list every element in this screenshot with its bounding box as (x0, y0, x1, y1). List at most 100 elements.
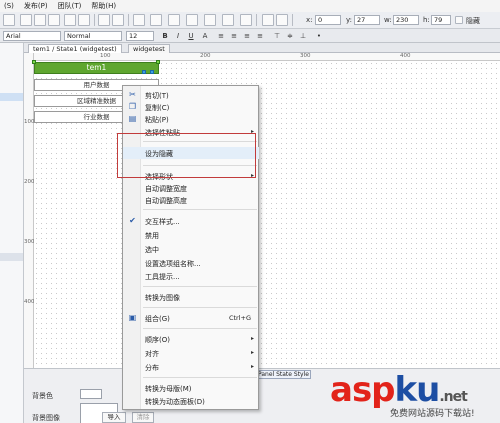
menu-item-label: 粘贴(P) (145, 116, 169, 124)
shadow-icon[interactable] (168, 14, 180, 26)
menu-publish[interactable]: 发布(P) (24, 1, 48, 11)
menu-item-label: 自动调整高度 (145, 197, 187, 205)
menu-item-auto-height[interactable]: 自动调整高度 (123, 194, 259, 206)
bg-color-picker[interactable] (80, 389, 102, 399)
x-field[interactable]: 0 (315, 15, 341, 25)
menu-item-auto-width[interactable]: 自动调整宽度 (123, 182, 259, 194)
y-label: y: (346, 16, 352, 24)
menu-item-align[interactable]: 对齐 ▸ (123, 347, 259, 359)
paste-icon: ▤ (128, 114, 137, 123)
select-mode-icon[interactable] (3, 14, 15, 26)
align-justify-icon[interactable]: ≡ (255, 31, 265, 41)
padding-icon[interactable] (276, 14, 288, 26)
selected-page-row[interactable] (0, 93, 23, 101)
highlight-annotation-box (117, 133, 256, 178)
arrow-style-icon[interactable] (240, 14, 252, 26)
line-style-icon[interactable] (222, 14, 234, 26)
ruler-tick: 300 (24, 239, 35, 245)
width-field[interactable]: 230 (393, 15, 419, 25)
bold-icon[interactable]: B (160, 31, 170, 41)
resize-handle[interactable] (142, 70, 146, 74)
corner-radius-icon[interactable] (262, 14, 274, 26)
x-label: x: (306, 16, 313, 24)
toolbar-divider (292, 14, 293, 26)
toolbar-divider (256, 14, 257, 26)
line-width-icon[interactable] (204, 14, 216, 26)
menu-item-copy[interactable]: ❐ 复制(C) (123, 101, 259, 113)
menu-item-select[interactable]: 选中 (123, 243, 259, 255)
align-right-icon[interactable]: ≡ (242, 31, 252, 41)
bullet-icon[interactable]: • (314, 31, 324, 41)
format-painter-icon[interactable] (98, 14, 110, 26)
font-style-select[interactable]: Normal (64, 31, 122, 41)
connector-icon[interactable] (34, 14, 46, 26)
menu-item-label: 自动调整宽度 (145, 185, 187, 193)
menu-item-convert-dynamic-panel[interactable]: 转换为动态面板(D) (123, 395, 259, 407)
menu-separator (143, 377, 257, 378)
ruler-tick: 200 (200, 53, 211, 59)
panel-state-style-tab[interactable]: Panel State Style (255, 370, 311, 379)
widget-panel-header (0, 253, 23, 261)
menu-item-paste[interactable]: ▤ 粘贴(P) (123, 113, 259, 125)
menu-item-label: 分布 (145, 364, 159, 372)
pointer-icon[interactable] (20, 14, 32, 26)
font-family-select[interactable]: Arial (3, 31, 61, 41)
underline-icon[interactable]: U (186, 31, 196, 41)
watermark-logo-ku: ku (394, 370, 441, 410)
ruler-tick: 400 (24, 299, 35, 305)
menu-team[interactable]: 团队(T) (58, 1, 82, 11)
h-label: h: (423, 16, 430, 24)
ruler-tick: 100 (24, 119, 35, 125)
pen-icon[interactable] (48, 14, 60, 26)
align-left-icon[interactable]: ≡ (216, 31, 226, 41)
menu-item-disable[interactable]: 禁用 (123, 229, 259, 241)
menu-share[interactable]: (S) (4, 2, 14, 10)
menu-item-option-group[interactable]: 设置选项组名称... (123, 257, 259, 269)
crop-icon[interactable] (64, 14, 76, 26)
menu-item-convert-image[interactable]: 转换为图像 (123, 291, 259, 303)
align-top-icon[interactable]: ⊤ (272, 31, 282, 41)
menu-bar: (S) 发布(P) 团队(T) 帮助(H) (0, 0, 500, 12)
watermark-logo-asp: asp (330, 370, 396, 410)
menu-item-order[interactable]: 顺序(O) ▸ (123, 333, 259, 345)
tab-state1[interactable]: tem1 / State1 (widgetest) (28, 44, 122, 53)
copy-icon: ❐ (128, 102, 137, 111)
align-center-icon[interactable]: ≡ (229, 31, 239, 41)
zoom-icon[interactable] (78, 14, 90, 26)
submenu-arrow-icon: ▸ (250, 363, 254, 370)
sitemap-panel (0, 43, 24, 423)
line-color-icon[interactable] (150, 14, 162, 26)
resize-handle[interactable] (150, 70, 154, 74)
fill-color-icon[interactable] (133, 14, 145, 26)
menu-help[interactable]: 帮助(H) (91, 1, 116, 11)
menu-item-distribute[interactable]: 分布 ▸ (123, 361, 259, 373)
font-color-icon[interactable]: A (200, 31, 210, 41)
hidden-checkbox[interactable] (455, 16, 463, 24)
resize-handle[interactable] (156, 60, 160, 64)
font-size-select[interactable]: 12 (126, 31, 154, 41)
style-icon[interactable] (112, 14, 124, 26)
menu-item-label: 选中 (145, 246, 159, 254)
height-field[interactable]: 79 (431, 15, 451, 25)
widget-title-bar[interactable]: tem1 (34, 62, 159, 74)
watermark-tagline: 免费网站源码下载站! (390, 409, 475, 419)
align-bottom-icon[interactable]: ⊥ (298, 31, 308, 41)
menu-item-group[interactable]: ▣ 组合(G) Ctrl+G (123, 312, 259, 324)
import-button[interactable]: 导入 (102, 412, 126, 423)
border-icon[interactable] (186, 14, 198, 26)
tab-widgetest[interactable]: widgetest (128, 44, 170, 53)
menu-item-convert-master[interactable]: 转换为母版(M) (123, 382, 259, 394)
resize-handle[interactable] (32, 60, 36, 64)
menu-item-interaction-style[interactable]: ✔ 交互样式... (123, 215, 259, 227)
y-field[interactable]: 27 (354, 15, 380, 25)
design-canvas[interactable]: tem1 用户数据 区域精准数据 行业数据 (32, 60, 500, 368)
ruler-tick: 100 (100, 53, 111, 59)
bg-color-label: 背景色 (32, 392, 53, 400)
clear-button[interactable]: 清除 (132, 412, 154, 423)
bg-image-label: 背景图像 (32, 414, 60, 422)
menu-item-cut[interactable]: ✂ 剪切(T) (123, 89, 259, 101)
menu-item-label: 禁用 (145, 232, 159, 240)
menu-item-tooltip[interactable]: 工具提示... (123, 270, 259, 282)
align-middle-icon[interactable]: ≑ (285, 31, 295, 41)
italic-icon[interactable]: I (173, 31, 183, 41)
